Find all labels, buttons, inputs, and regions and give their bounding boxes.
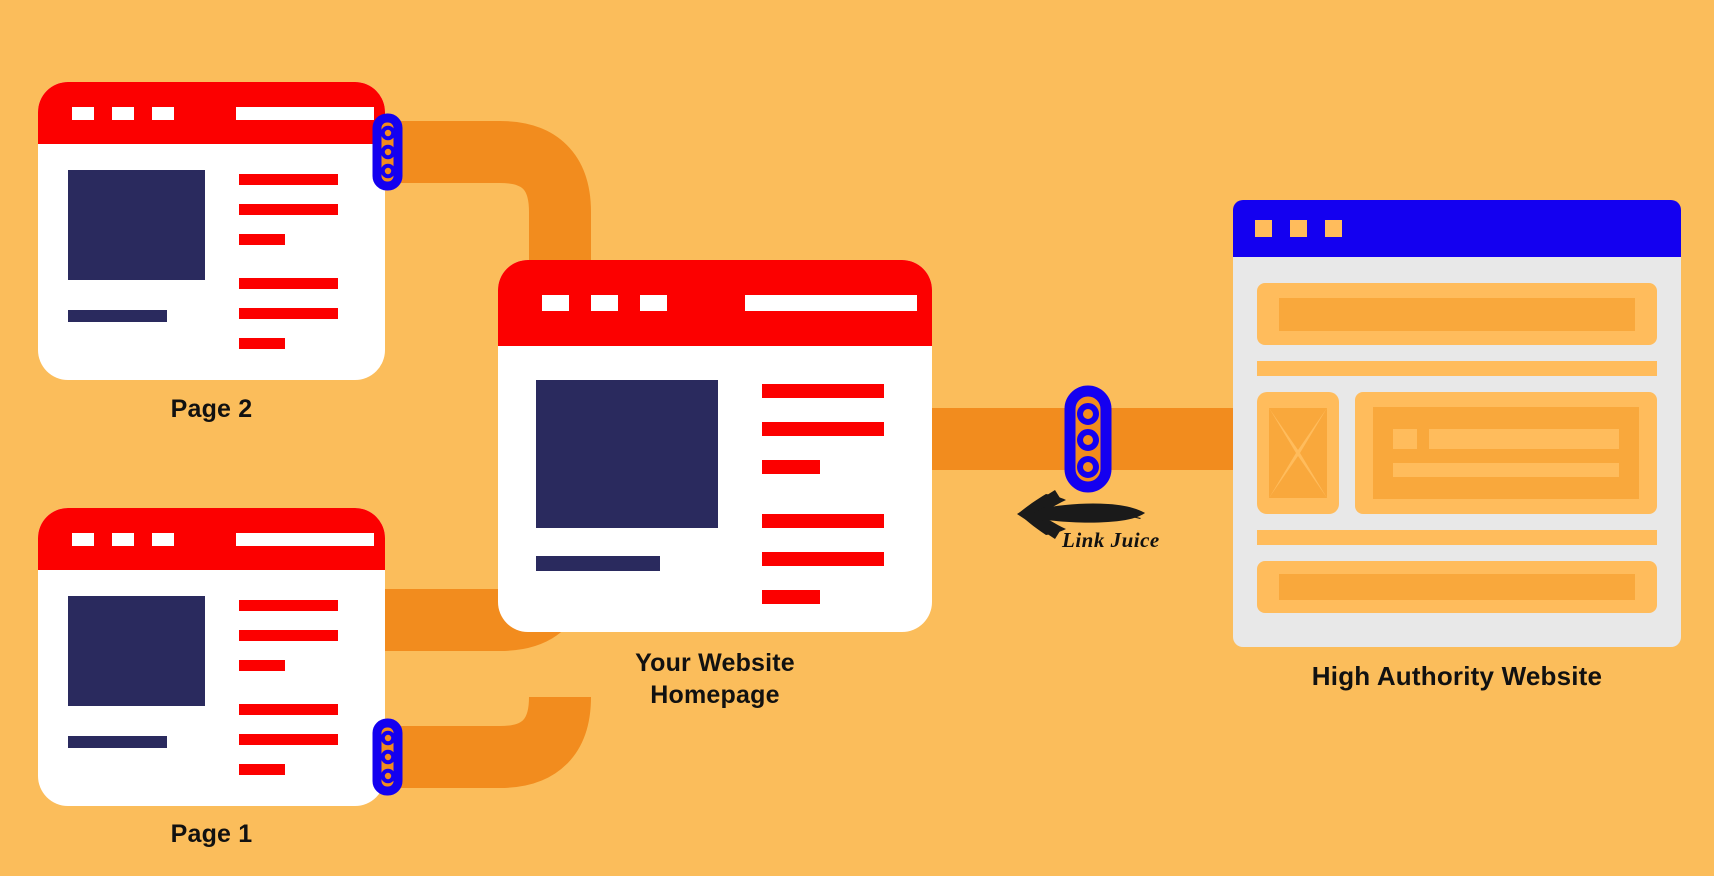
high-authority-label: High Authority Website [1311,661,1603,691]
homepage-label: Your Website Homepage [498,648,932,712]
diagram-canvas: Page 2 Page 1 Your Website Homepage High… [0,0,1714,876]
homepage-label-line-2: Homepage [650,680,780,709]
page-2-label: Page 2 [170,395,253,423]
page-1-label: Page 1 [170,820,253,848]
homepage-label-line-1: Your Website [635,649,795,677]
link-juice-annotation-label: Link Juice [1062,528,1160,552]
link-juice-arrow-layer [1017,490,1145,539]
